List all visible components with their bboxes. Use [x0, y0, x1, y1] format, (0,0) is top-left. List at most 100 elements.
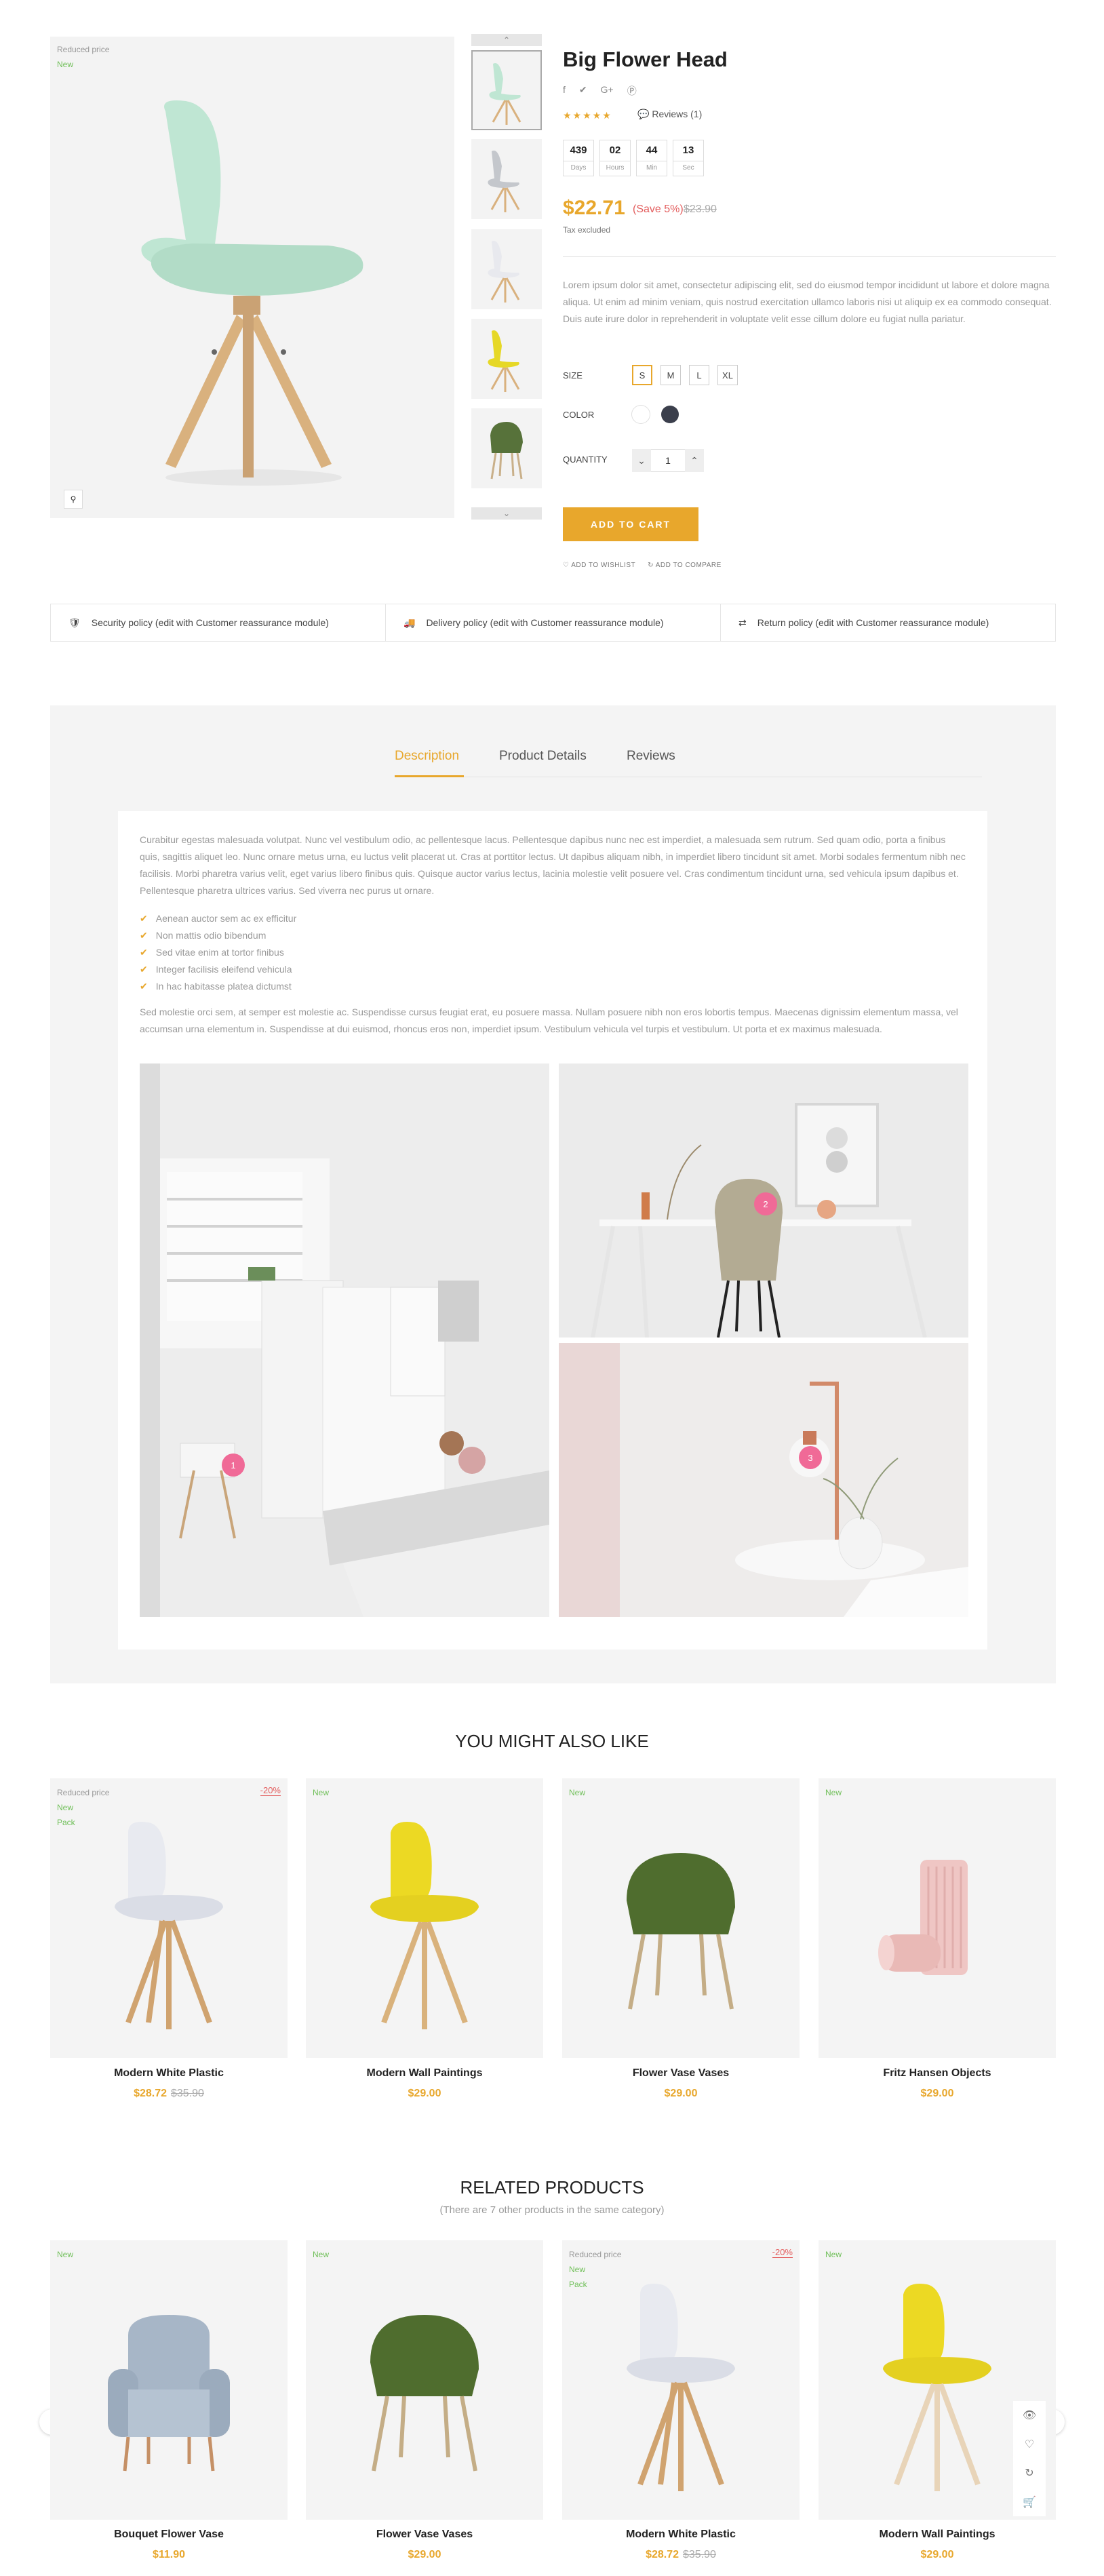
- color-swatch-white[interactable]: [632, 406, 650, 423]
- flag-reduced-price: Reduced price: [569, 2250, 622, 2259]
- thumbnail-3[interactable]: [471, 229, 542, 309]
- flag-reduced-price: Reduced price: [57, 1788, 110, 1797]
- thumbs-up-arrow-icon[interactable]: ⌃: [471, 34, 542, 46]
- price-old: $35.90: [683, 2549, 716, 2560]
- heart-icon: ♡: [563, 562, 570, 569]
- product-price: $29.00: [562, 2088, 800, 2100]
- price-current: $11.90: [152, 2549, 186, 2560]
- countdown-days: 439 Days: [563, 140, 594, 176]
- flag-new: New: [57, 60, 74, 69]
- size-label: SIZE: [563, 370, 583, 380]
- size-option-m[interactable]: M: [661, 365, 681, 385]
- discount-badge: -20%: [260, 1785, 281, 1796]
- shield-icon: 🛡: [68, 617, 81, 628]
- reassurance-delivery: 🚚 Delivery policy (edit with Customer rea…: [386, 604, 721, 641]
- pinterest-icon[interactable]: Ⓟ: [627, 84, 637, 98]
- thumbnail-5[interactable]: [471, 408, 542, 488]
- product-name[interactable]: Fritz Hansen Objects: [819, 2067, 1056, 2080]
- product-name[interactable]: Modern Wall Paintings: [306, 2067, 543, 2080]
- thumbs-down-arrow-icon[interactable]: ⌄: [471, 507, 542, 520]
- eye-icon[interactable]: 👁: [1023, 2408, 1036, 2422]
- heart-icon[interactable]: ♡: [1025, 2438, 1034, 2451]
- price-current: $29.00: [408, 2088, 441, 2099]
- color-swatch-dark[interactable]: [661, 406, 679, 423]
- lookbook-bedroom-photo: 1: [140, 1063, 549, 1617]
- save-percent: (Save 5%): [633, 203, 684, 215]
- main-product-image[interactable]: Reduced price New ⚲: [50, 37, 454, 518]
- flag-new: New: [569, 1788, 586, 1797]
- product-price: $28.72 $35.90: [50, 2088, 288, 2100]
- hotspot-2-button[interactable]: 2: [754, 1192, 777, 1215]
- feature-item: Aenean auctor sem ac ex efficitur: [140, 910, 297, 927]
- reviews-link[interactable]: 💬 Reviews (1): [637, 109, 702, 120]
- short-description: Lorem ipsum dolor sit amet, consectetur …: [563, 279, 1052, 324]
- product-name[interactable]: Bouquet Flower Vase: [50, 2529, 288, 2541]
- countdown-hours: 02 Hours: [599, 140, 631, 176]
- feature-list: Aenean auctor sem ac ex efficitur Non ma…: [140, 910, 297, 995]
- quantity-increase-button[interactable]: ⌃: [685, 449, 704, 472]
- product-name[interactable]: Flower Vase Vases: [562, 2067, 800, 2080]
- hotspot-3-button[interactable]: 3: [799, 1446, 822, 1469]
- product-actions: ♡ ADD TO WISHLIST ↻ ADD TO COMPARE: [563, 562, 722, 569]
- lookbook-desk-photo: 2: [559, 1063, 968, 1338]
- quantity-stepper: ⌄ 1 ⌃: [632, 449, 704, 472]
- add-to-cart-button[interactable]: ADD TO CART: [563, 507, 698, 541]
- quantity-decrease-button[interactable]: ⌄: [632, 449, 651, 472]
- facebook-icon[interactable]: f: [563, 84, 566, 98]
- tab-bar: Description Product Details Reviews: [395, 749, 982, 776]
- flag-new: New: [313, 1788, 330, 1797]
- zoom-icon[interactable]: ⚲: [64, 490, 83, 509]
- quick-actions-panel: 👁 ♡ ↻ 🛒: [1013, 2401, 1046, 2516]
- price-current: $29.00: [664, 2088, 698, 2099]
- tab-reviews[interactable]: Reviews: [627, 749, 675, 764]
- google-plus-icon[interactable]: G+: [601, 84, 614, 98]
- product-price: $29.00: [306, 2549, 543, 2561]
- flag-new: New: [825, 1788, 842, 1797]
- tab-product-details[interactable]: Product Details: [499, 749, 587, 764]
- product-name[interactable]: Modern White Plastic: [50, 2067, 288, 2080]
- thumbnail-2[interactable]: [471, 139, 542, 219]
- hotspot-1-button[interactable]: 1: [222, 1453, 245, 1477]
- product-name[interactable]: Modern Wall Paintings: [819, 2529, 1056, 2541]
- color-label: COLOR: [563, 410, 595, 420]
- size-option-xl[interactable]: XL: [717, 365, 738, 385]
- mint-chair-illustration: [141, 100, 363, 486]
- product-name[interactable]: Modern White Plastic: [562, 2529, 800, 2541]
- size-option-l[interactable]: L: [689, 365, 709, 385]
- lookbook-lamp-photo: 3: [559, 1343, 968, 1617]
- product-card[interactable]: New: [50, 2240, 288, 2520]
- thumbnail-4[interactable]: [471, 319, 542, 399]
- tab-description[interactable]: Description: [395, 749, 459, 764]
- add-to-compare-link[interactable]: ↻ ADD TO COMPARE: [648, 562, 722, 569]
- product-price: $29.00: [819, 2549, 1056, 2561]
- thumbnail-1[interactable]: [471, 50, 542, 130]
- product-card[interactable]: Reduced price New Pack -20%: [562, 2240, 800, 2520]
- product-name[interactable]: Flower Vase Vases: [306, 2529, 543, 2541]
- add-to-wishlist-link[interactable]: ♡ ADD TO WISHLIST: [563, 562, 635, 569]
- social-share: f ✔ G+ Ⓟ: [563, 84, 637, 98]
- cart-icon[interactable]: 🛒: [1023, 2495, 1036, 2509]
- twitter-icon[interactable]: ✔: [579, 84, 587, 98]
- quantity-input[interactable]: 1: [651, 449, 685, 472]
- product-card[interactable]: Reduced price New Pack -20%: [50, 1778, 288, 2058]
- comments-icon: 💬: [637, 109, 650, 119]
- compare-icon[interactable]: ↻: [1025, 2466, 1033, 2480]
- product-price: $29.00: [819, 2088, 1056, 2100]
- product-price: $11.90: [50, 2549, 288, 2561]
- reassurance-return: ⇄ Return policy (edit with Customer reass…: [738, 617, 989, 629]
- product-card[interactable]: New: [819, 1778, 1056, 2058]
- product-price: $29.00: [306, 2088, 543, 2100]
- white-chair-image: [115, 1822, 223, 2029]
- compare-icon: ↻: [648, 562, 654, 569]
- product-card[interactable]: New: [562, 1778, 800, 2058]
- countdown-minutes: 44 Min: [636, 140, 667, 176]
- size-option-s[interactable]: S: [632, 365, 652, 385]
- truck-icon: 🚚: [403, 617, 416, 628]
- flag-reduced-price: Reduced price: [57, 45, 110, 54]
- product-card[interactable]: New: [306, 1778, 543, 2058]
- price-current: $29.00: [920, 2088, 954, 2099]
- exchange-icon: ⇄: [738, 617, 747, 628]
- pink-vase-image: [878, 1860, 968, 1975]
- product-card[interactable]: New: [306, 2240, 543, 2520]
- related-products-subtitle: (There are 7 other products in the same …: [439, 2204, 665, 2216]
